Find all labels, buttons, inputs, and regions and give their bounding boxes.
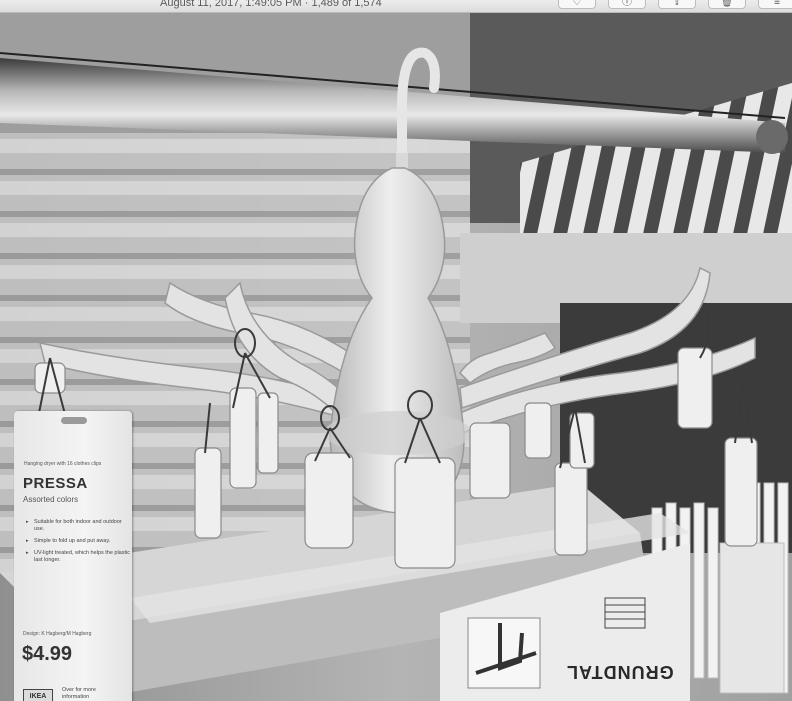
feature-item: Suitable for both indoor and outdoor use… [26, 519, 130, 533]
photo-date-and-count: August 11, 2017, 1:49:05 PM · 1,489 of 1… [160, 0, 382, 9]
feature-item: UV-light treated, which helps the plasti… [26, 550, 130, 564]
sliders-icon: ≡ [774, 0, 780, 8]
favorite-button[interactable]: ♡ [558, 0, 596, 9]
adjust-button[interactable]: ≡ [758, 0, 792, 9]
ikea-logo: IKEA [23, 689, 53, 701]
delete-button[interactable]: 🗑 [708, 0, 746, 9]
product-price: $4.99 [22, 643, 73, 665]
info-icon: ⓘ [622, 0, 632, 8]
designer-credit: Design: K Hagberg/M Hagberg [23, 631, 92, 637]
trash-icon: 🗑 [720, 0, 734, 8]
price-tag: Hanging dryer with 16 clothes clips PRES… [14, 411, 132, 701]
tag-subtitle: Hanging dryer with 16 clothes clips [24, 461, 102, 467]
feature-list: Suitable for both indoor and outdoor use… [26, 519, 130, 569]
heart-icon: ♡ [572, 0, 582, 8]
share-icon: ⇪ [672, 0, 682, 8]
photo-canvas[interactable]: Hanging dryer with 16 clothes clips PRES… [0, 13, 792, 701]
box-product-label: GRUNDTAL [566, 662, 674, 682]
tag-hole [61, 417, 87, 424]
info-button[interactable]: ⓘ [608, 0, 646, 9]
more-info-note: Over for more information [62, 687, 96, 700]
product-name: PRESSA [23, 475, 88, 492]
share-button[interactable]: ⇪ [658, 0, 696, 9]
product-variant: Assorted colors [23, 495, 79, 504]
photo-viewer-toolbar: August 11, 2017, 1:49:05 PM · 1,489 of 1… [0, 0, 792, 13]
feature-item: Simple to fold up and put away. [26, 538, 130, 545]
